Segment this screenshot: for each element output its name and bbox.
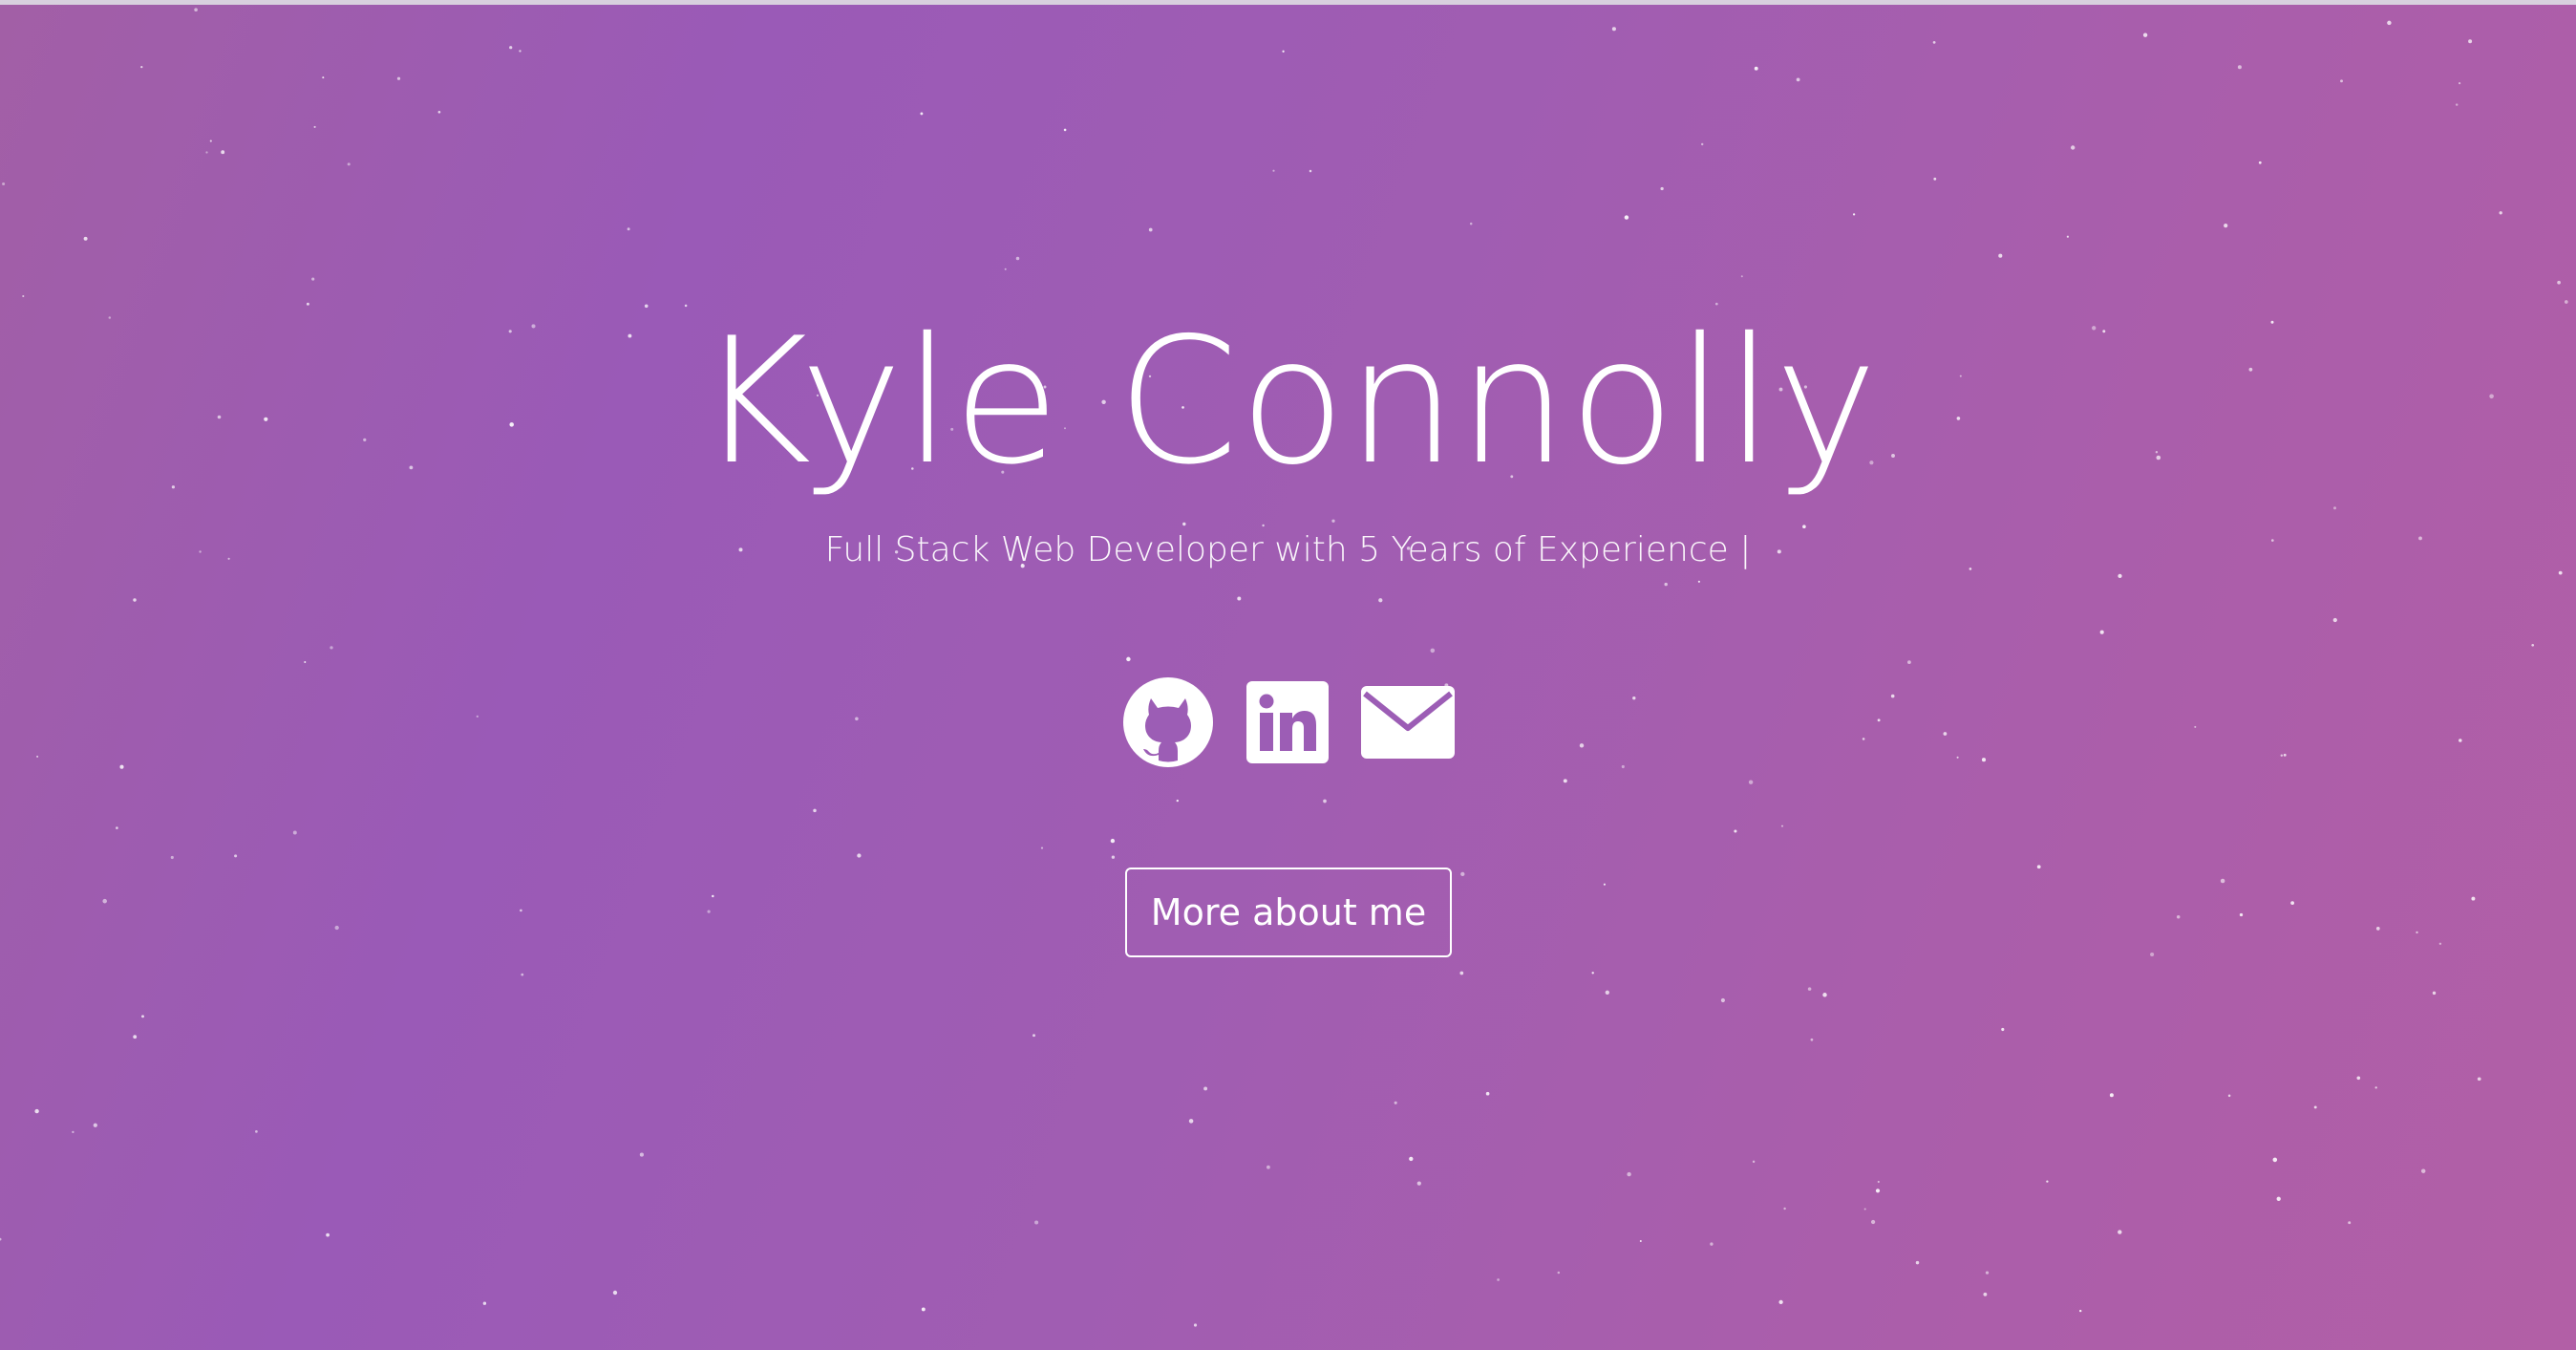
hero-name: Kyle Connolly [697,300,1879,503]
more-about-me-button[interactable]: More about me [1125,868,1452,957]
github-link[interactable] [1122,676,1214,768]
linkedin-icon [1245,681,1329,763]
github-icon [1122,677,1213,767]
hero-section: Kyle Connolly Full Stack Web Developer w… [0,0,2576,1350]
mail-icon [1360,686,1455,759]
linkedin-link[interactable] [1245,681,1329,763]
email-link[interactable] [1360,686,1455,759]
hero-subtitle: Full Stack Web Developer with 5 Years of… [824,530,1752,569]
social-links [0,675,2576,770]
